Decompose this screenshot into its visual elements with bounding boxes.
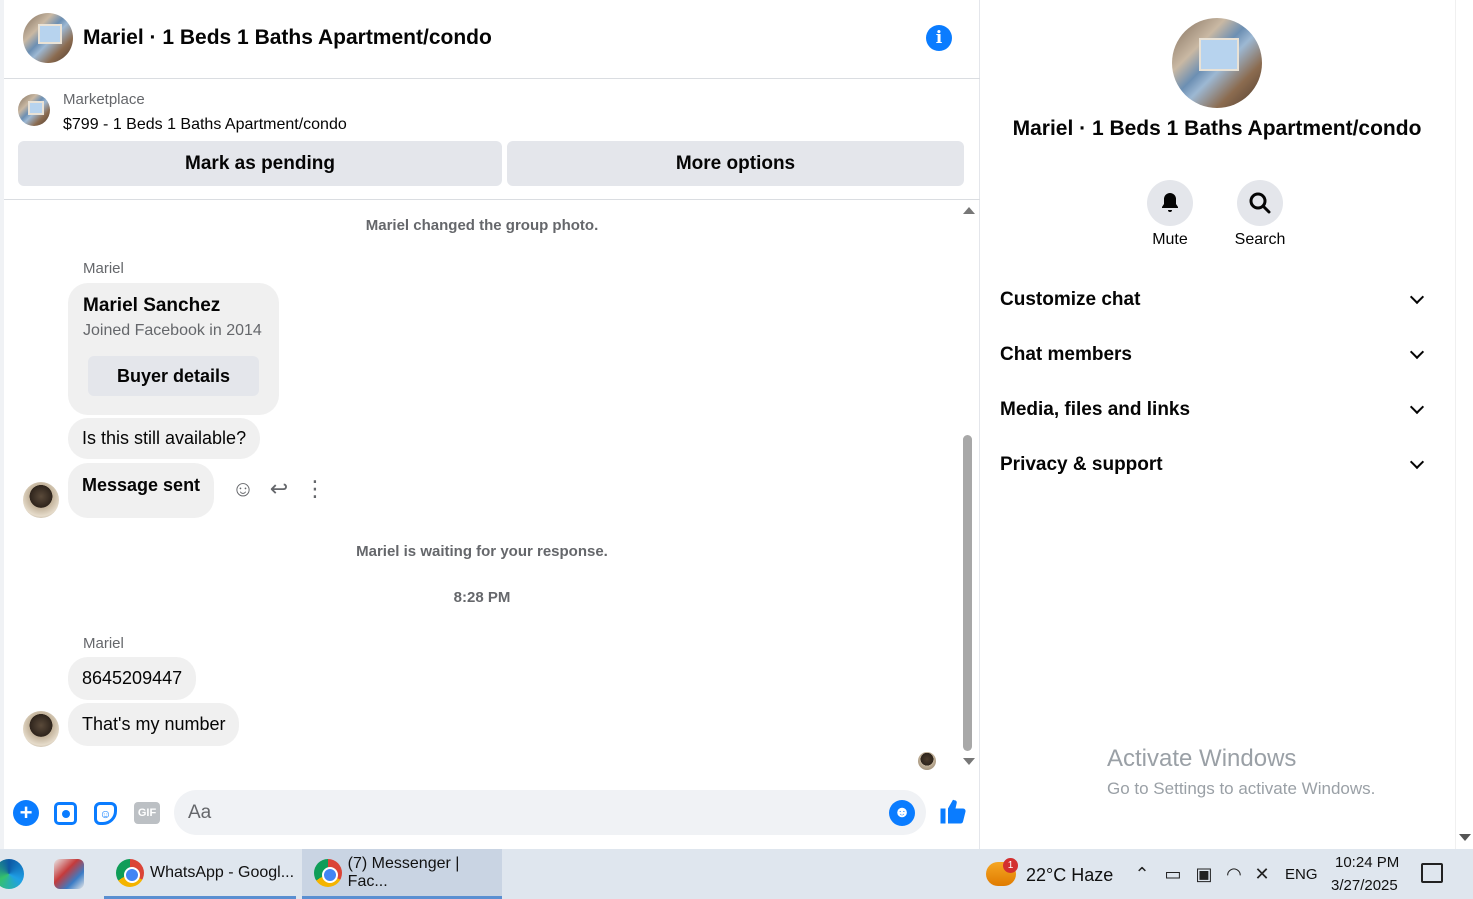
mute-button[interactable] bbox=[1147, 180, 1193, 226]
group-photo[interactable] bbox=[1172, 18, 1262, 108]
section-media-files-links[interactable]: Media, files and links bbox=[1000, 388, 1436, 432]
taskbar-item-label: WhatsApp - Googl... bbox=[150, 863, 295, 881]
info-icon[interactable]: i bbox=[926, 25, 952, 51]
message-actions: ☺ ↩ ⋮ bbox=[230, 476, 328, 502]
message-composer: + ☺ GIF ☻ bbox=[4, 780, 980, 846]
activate-windows-subtitle: Go to Settings to activate Windows. bbox=[1107, 779, 1376, 798]
search-icon bbox=[1249, 192, 1271, 214]
info-title: Mariel · 1 Beds 1 Baths Apartment/condo bbox=[1012, 117, 1422, 140]
chat-panel: Mariel · 1 Beds 1 Baths Apartment/condo … bbox=[0, 0, 980, 849]
scroll-up-arrow[interactable] bbox=[963, 207, 975, 214]
message-bubble[interactable]: Is this still available? bbox=[68, 418, 261, 459]
buyer-joined: Joined Facebook in 2014 bbox=[83, 322, 262, 339]
sticker-icon[interactable]: ☺ bbox=[94, 802, 117, 825]
like-icon[interactable] bbox=[938, 796, 968, 828]
message-scrollbar[interactable] bbox=[960, 203, 975, 771]
search-button[interactable] bbox=[1237, 180, 1283, 226]
system-message: Mariel changed the group photo. bbox=[365, 217, 599, 234]
chat-title[interactable]: Mariel · 1 Beds 1 Baths Apartment/condo bbox=[83, 26, 492, 50]
sender-name: Mariel bbox=[83, 635, 124, 652]
chevron-up-icon[interactable]: ⌃ bbox=[1130, 863, 1154, 885]
paint-icon[interactable] bbox=[54, 859, 84, 889]
message-bubble[interactable]: That's my number bbox=[68, 703, 240, 746]
buyer-details-button[interactable]: Buyer details bbox=[88, 356, 259, 396]
mute-label: Mute bbox=[1152, 231, 1188, 248]
volume-muted-icon[interactable]: ✕ bbox=[1250, 863, 1274, 885]
plus-icon[interactable]: + bbox=[13, 800, 39, 826]
avatar[interactable] bbox=[23, 711, 59, 747]
scroll-thumb[interactable] bbox=[963, 435, 972, 751]
chrome-icon bbox=[116, 858, 144, 887]
listing-source: Marketplace bbox=[63, 91, 145, 108]
chevron-down-icon bbox=[1409, 399, 1425, 415]
section-privacy-support[interactable]: Privacy & support bbox=[1000, 443, 1436, 487]
reply-icon[interactable]: ↩ bbox=[266, 476, 292, 502]
chevron-down-icon bbox=[1409, 344, 1425, 360]
more-vertical-icon[interactable]: ⋮ bbox=[302, 476, 328, 502]
page-scrollbar[interactable] bbox=[1455, 0, 1473, 849]
marketplace-listing: Marketplace $799 - 1 Beds 1 Baths Apartm… bbox=[4, 80, 980, 200]
activate-windows-title: Activate Windows bbox=[1107, 745, 1297, 772]
search-label: Search bbox=[1234, 231, 1286, 248]
message-bubble[interactable]: 8645209447 bbox=[68, 657, 197, 700]
taskbar-item-whatsapp[interactable]: WhatsApp - Googl... bbox=[104, 849, 296, 899]
message-list: Mariel changed the group photo. Mariel M… bbox=[4, 201, 980, 771]
battery-icon[interactable]: ▭ bbox=[1161, 863, 1185, 885]
taskbar-item-messenger[interactable]: (7) Messenger | Fac... bbox=[302, 849, 502, 899]
weather-text[interactable]: 22°C Haze bbox=[1026, 865, 1113, 886]
section-chat-members[interactable]: Chat members bbox=[1000, 333, 1436, 377]
section-customize-chat[interactable]: Customize chat bbox=[1000, 278, 1436, 322]
listing-price[interactable]: $799 - 1 Beds 1 Baths Apartment/condo bbox=[63, 116, 347, 134]
weather-badge: 1 bbox=[1003, 858, 1018, 873]
image-icon[interactable] bbox=[54, 802, 77, 825]
conversation-info-panel: Mariel · 1 Beds 1 Baths Apartment/condo … bbox=[981, 0, 1453, 849]
smile-icon[interactable]: ☺ bbox=[230, 476, 256, 502]
section-label: Chat members bbox=[1000, 344, 1132, 365]
scroll-down-arrow[interactable] bbox=[1459, 834, 1471, 841]
scroll-down-arrow[interactable] bbox=[963, 758, 975, 765]
windows-taskbar: WhatsApp - Googl... (7) Messenger | Fac.… bbox=[0, 849, 1473, 899]
clock-time[interactable]: 10:24 PM bbox=[1335, 854, 1399, 871]
sender-name: Mariel bbox=[83, 260, 124, 277]
section-label: Customize chat bbox=[1000, 289, 1141, 310]
wifi-icon[interactable]: ◠ bbox=[1222, 863, 1246, 885]
listing-thumbnail[interactable] bbox=[18, 94, 50, 126]
avatar[interactable] bbox=[23, 482, 59, 518]
more-options-button[interactable]: More options bbox=[507, 141, 964, 186]
chat-header: Mariel · 1 Beds 1 Baths Apartment/condo … bbox=[4, 0, 980, 79]
buyer-name: Mariel Sanchez bbox=[83, 295, 221, 316]
mark-as-pending-button[interactable]: Mark as pending bbox=[18, 141, 502, 186]
system-message: Mariel is waiting for your response. bbox=[356, 543, 608, 560]
section-label: Privacy & support bbox=[1000, 454, 1163, 475]
clock-date[interactable]: 3/27/2025 bbox=[1331, 877, 1398, 894]
language-indicator[interactable]: ENG bbox=[1285, 866, 1318, 883]
chevron-down-icon bbox=[1409, 289, 1425, 305]
message-input[interactable] bbox=[174, 790, 926, 835]
edge-icon[interactable] bbox=[0, 859, 24, 889]
gif-icon[interactable]: GIF bbox=[134, 802, 160, 824]
emoji-icon[interactable]: ☻ bbox=[889, 800, 915, 826]
chrome-icon bbox=[314, 858, 342, 887]
section-label: Media, files and links bbox=[1000, 399, 1191, 420]
notification-icon[interactable] bbox=[1421, 863, 1443, 883]
taskbar-item-label: (7) Messenger | Fac... bbox=[347, 854, 460, 890]
chevron-down-icon bbox=[1409, 454, 1425, 470]
meet-icon[interactable]: ▣ bbox=[1192, 863, 1216, 885]
message-timestamp: 8:28 PM bbox=[453, 589, 511, 606]
chat-avatar[interactable] bbox=[23, 13, 73, 63]
seen-avatar bbox=[918, 752, 936, 770]
message-bubble[interactable]: Message sent bbox=[68, 463, 215, 518]
buyer-card: Mariel Sanchez Joined Facebook in 2014 B… bbox=[68, 283, 279, 415]
bell-icon bbox=[1162, 193, 1178, 212]
